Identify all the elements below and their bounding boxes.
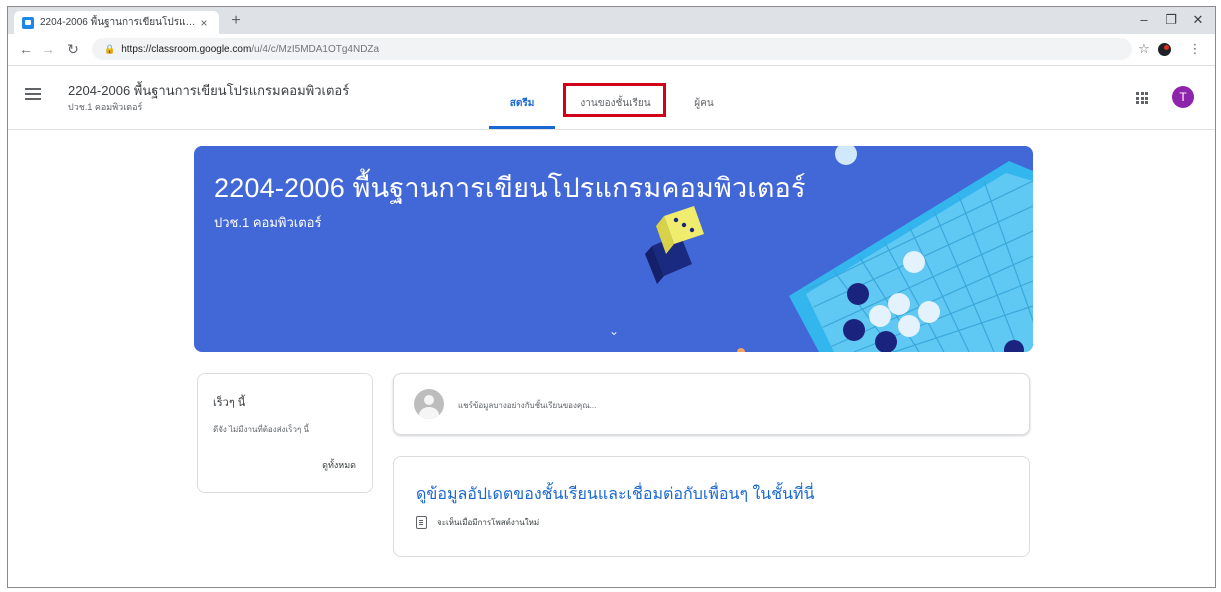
- browser-tab[interactable]: 2204-2006 พื้นฐานการเขียนโปรแกรม ×: [14, 11, 219, 34]
- assignment-icon: [416, 516, 427, 529]
- announce-box[interactable]: แชร์ข้อมูลบางอย่างกับชั้นเรียนของคุณ...: [393, 373, 1030, 435]
- upcoming-body: ดีจัง ไม่มีงานที่ต้องส่งเร็วๆ นี้: [213, 425, 309, 434]
- browser-window: 2204-2006 พื้นฐานการเขียนโปรแกรม × + – ❐…: [7, 6, 1216, 588]
- user-avatar[interactable]: T: [1172, 86, 1194, 108]
- tab-people[interactable]: ผู้คน: [680, 81, 728, 129]
- course-title[interactable]: 2204-2006 พื้นฐานการเขียนโปรแกรมคอมพิวเต…: [68, 80, 349, 101]
- google-apps-icon[interactable]: [1136, 92, 1148, 104]
- course-banner: 2204-2006 พื้นฐานการเขียนโปรแกรมคอมพิวเต…: [194, 146, 1033, 352]
- course-section: ปวช.1 คอมพิวเตอร์: [68, 102, 143, 112]
- tab-strip: 2204-2006 พื้นฐานการเขียนโปรแกรม × + – ❐…: [8, 7, 1215, 34]
- url-path: /u/4/c/MzI5MDA1OTg4NDZa: [251, 43, 380, 55]
- info-card-row-text: จะเห็นเมื่อมีการโพสต์งานใหม่: [437, 518, 540, 527]
- browser-tab-title: 2204-2006 พื้นฐานการเขียนโปรแกรม: [40, 17, 197, 28]
- user-avatar-icon: [414, 389, 444, 419]
- lock-icon: 🔒: [104, 43, 116, 54]
- extension-icon[interactable]: [1158, 43, 1171, 56]
- classwork-highlight-box: [563, 83, 666, 117]
- tab-close-icon[interactable]: ×: [197, 16, 211, 30]
- classroom-favicon-icon: [22, 16, 34, 29]
- minimize-button[interactable]: –: [1131, 9, 1157, 31]
- classroom-header: 2204-2006 พื้นฐานการเขียนโปรแกรมคอมพิวเต…: [8, 66, 1215, 130]
- window-close-button[interactable]: ✕: [1185, 9, 1211, 31]
- bookmark-star-icon[interactable]: ☆: [1134, 39, 1154, 59]
- tab-stream[interactable]: สตรีม: [489, 81, 555, 129]
- back-arrow-icon[interactable]: ←: [16, 39, 36, 59]
- upcoming-title: เร็วๆ นี้: [213, 397, 246, 409]
- hamburger-menu-icon[interactable]: [25, 88, 41, 100]
- info-card-title: ดูข้อมูลอัปเดตของชั้นเรียนและเชื่อมต่อกั…: [416, 486, 815, 503]
- info-card-row: จะเห็นเมื่อมีการโพสต์งานใหม่: [416, 516, 539, 529]
- view-all-link[interactable]: ดูทั้งหมด: [322, 458, 356, 472]
- browser-toolbar: ← → ↻ 🔒 https://classroom.google.com /u/…: [8, 34, 1215, 66]
- chevron-down-icon[interactable]: ⌄: [609, 324, 619, 338]
- banner-subtitle: ปวช.1 คอมพิวเตอร์: [214, 215, 322, 230]
- forward-arrow-icon[interactable]: →: [38, 39, 58, 59]
- browser-menu-icon[interactable]: ⋮: [1185, 39, 1205, 59]
- new-tab-button[interactable]: +: [226, 11, 246, 31]
- address-bar[interactable]: 🔒 https://classroom.google.com /u/4/c/Mz…: [92, 38, 1132, 60]
- reload-icon[interactable]: ↻: [63, 39, 83, 59]
- banner-title: 2204-2006 พื้นฐานการเขียนโปรแกรมคอมพิวเต…: [214, 173, 806, 203]
- url-host: https://classroom.google.com: [121, 43, 252, 55]
- stream-info-card: ดูข้อมูลอัปเดตของชั้นเรียนและเชื่อมต่อกั…: [393, 456, 1030, 557]
- restore-button[interactable]: ❐: [1158, 9, 1184, 31]
- upcoming-card: เร็วๆ นี้ ดีจัง ไม่มีงานที่ต้องส่งเร็วๆ …: [197, 373, 373, 493]
- announce-placeholder[interactable]: แชร์ข้อมูลบางอย่างกับชั้นเรียนของคุณ...: [458, 399, 596, 412]
